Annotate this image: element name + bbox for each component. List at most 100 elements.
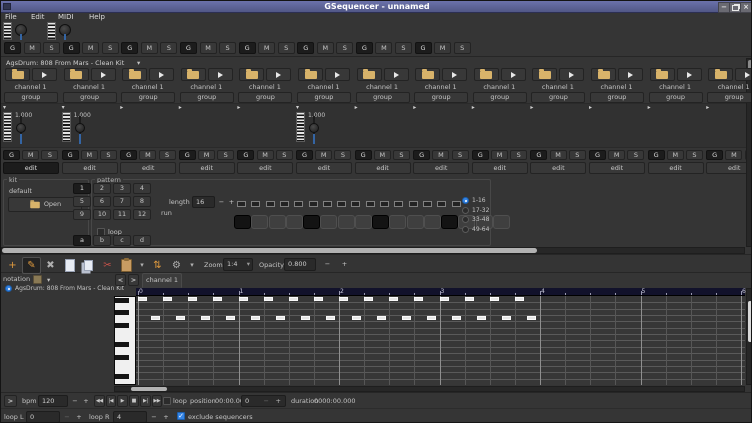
open-audio-file-button[interactable]	[64, 68, 89, 81]
edit-button[interactable]: edit	[3, 162, 59, 174]
output-g-button[interactable]: G	[415, 42, 432, 54]
group-button[interactable]: group	[297, 92, 351, 103]
edit-button[interactable]: edit	[237, 162, 293, 174]
edit-button[interactable]: edit	[648, 162, 704, 174]
menu-edit[interactable]: Edit	[31, 13, 45, 21]
note[interactable]	[389, 297, 398, 301]
machine-selector-icon[interactable]	[33, 275, 42, 284]
black-key[interactable]	[115, 298, 129, 303]
edit-pencil-icon[interactable]: ✎	[22, 257, 41, 274]
expander-closed-icon[interactable]: ▸	[120, 104, 123, 112]
note[interactable]	[138, 297, 147, 301]
channel-m-button[interactable]: M	[667, 150, 684, 160]
play-channel-button[interactable]	[91, 68, 116, 81]
bpm-entry[interactable]: 120	[38, 395, 68, 407]
pattern-pad-1[interactable]	[234, 215, 251, 229]
output-g-button[interactable]: G	[180, 42, 197, 54]
play-channel-button[interactable]	[618, 68, 643, 81]
play-channel-button[interactable]	[442, 68, 467, 81]
offset-radio-1-16[interactable]	[462, 197, 469, 204]
bank-d-button[interactable]: d	[133, 235, 151, 246]
open-kit-button[interactable]: Open	[8, 197, 82, 212]
expander-closed-icon[interactable]: ▸	[530, 104, 533, 112]
channel-g-button[interactable]: G	[179, 150, 196, 160]
channel-g-button[interactable]: G	[706, 150, 723, 160]
pattern-pad-3[interactable]	[269, 215, 286, 229]
output-s-button[interactable]: S	[102, 42, 119, 54]
channel-m-button[interactable]: M	[22, 150, 39, 160]
bank-9-button[interactable]: 9	[73, 209, 91, 220]
expander-open-icon[interactable]: ▾	[3, 104, 6, 112]
output-m-button[interactable]: M	[317, 42, 334, 54]
note[interactable]	[339, 297, 348, 301]
play-channel-button[interactable]	[149, 68, 174, 81]
note[interactable]	[326, 316, 335, 320]
group-button[interactable]: group	[531, 92, 585, 103]
note[interactable]	[163, 297, 172, 301]
forward-button[interactable]: ▶▶	[152, 395, 163, 407]
group-button[interactable]: group	[238, 92, 292, 103]
channel-s-button[interactable]: S	[41, 150, 58, 160]
note[interactable]	[314, 297, 323, 301]
bpm-plus-button[interactable]: +	[81, 395, 91, 407]
stop-button[interactable]: ■	[129, 395, 140, 407]
edit-button[interactable]: edit	[589, 162, 645, 174]
offset-radio-17-32[interactable]	[462, 207, 469, 214]
channel-m-button[interactable]: M	[81, 150, 98, 160]
expander-closed-icon[interactable]: ▸	[355, 104, 358, 112]
position-plus-button[interactable]: +	[276, 398, 281, 405]
note[interactable]	[440, 297, 449, 301]
editor-hscrollbar-handle[interactable]	[131, 387, 167, 391]
channel-s-button[interactable]: S	[217, 150, 234, 160]
piano-keys[interactable]	[114, 296, 136, 385]
channel-m-button[interactable]: M	[139, 150, 156, 160]
channel-s-button[interactable]: S	[452, 150, 469, 160]
tab-next-button[interactable]: >	[128, 274, 139, 286]
pattern-pad-2[interactable]	[251, 215, 268, 229]
loop-left-minus-button[interactable]: −	[62, 411, 72, 423]
note[interactable]	[477, 316, 486, 320]
open-audio-file-button[interactable]	[591, 68, 616, 81]
channel-s-button[interactable]: S	[276, 150, 293, 160]
output-m-button[interactable]: M	[82, 42, 99, 54]
expander-open-icon[interactable]: ▾	[62, 104, 65, 112]
output-s-button[interactable]: S	[395, 42, 412, 54]
note[interactable]	[502, 316, 511, 320]
channel-g-button[interactable]: G	[237, 150, 254, 160]
backward-button[interactable]: ◀◀	[94, 395, 105, 407]
output-s-button[interactable]: S	[160, 42, 177, 54]
output-s-button[interactable]: S	[454, 42, 471, 54]
bpm-minus-button[interactable]: −	[70, 395, 80, 407]
bank-12-button[interactable]: 12	[133, 209, 151, 220]
pattern-pad-8[interactable]	[355, 215, 372, 229]
channel-g-button[interactable]: G	[120, 150, 137, 160]
note[interactable]	[490, 297, 499, 301]
tools-icon[interactable]: ⚙	[167, 257, 186, 274]
loop-right-minus-button[interactable]: −	[149, 411, 159, 423]
length-minus-button[interactable]: −	[217, 196, 226, 208]
group-button[interactable]: group	[180, 92, 234, 103]
group-button[interactable]: group	[649, 92, 703, 103]
group-button[interactable]: group	[356, 92, 410, 103]
pattern-pad-12[interactable]	[424, 215, 441, 229]
play-channel-button[interactable]	[32, 68, 57, 81]
note[interactable]	[515, 297, 524, 301]
edit-button[interactable]: edit	[296, 162, 352, 174]
output-m-button[interactable]: M	[434, 42, 451, 54]
position-minus-button[interactable]: −	[264, 398, 269, 405]
bank-8-button[interactable]: 8	[133, 196, 151, 207]
channel-s-button[interactable]: S	[686, 150, 703, 160]
bank-3-button[interactable]: 3	[113, 183, 131, 194]
pattern-pad-5[interactable]	[303, 215, 320, 229]
opacity-entry[interactable]: 0.800	[284, 258, 316, 271]
open-audio-file-button[interactable]	[298, 68, 323, 81]
open-audio-file-button[interactable]	[181, 68, 206, 81]
play-channel-button[interactable]	[325, 68, 350, 81]
machine-selector-arrow-icon[interactable]: ▾	[47, 276, 50, 284]
note[interactable]	[377, 316, 386, 320]
bank-a-button[interactable]: a	[73, 235, 91, 246]
note[interactable]	[301, 316, 310, 320]
volume-slider-knob[interactable]	[309, 123, 319, 133]
channel-m-button[interactable]: M	[198, 150, 215, 160]
menu-file[interactable]: File	[5, 13, 17, 21]
